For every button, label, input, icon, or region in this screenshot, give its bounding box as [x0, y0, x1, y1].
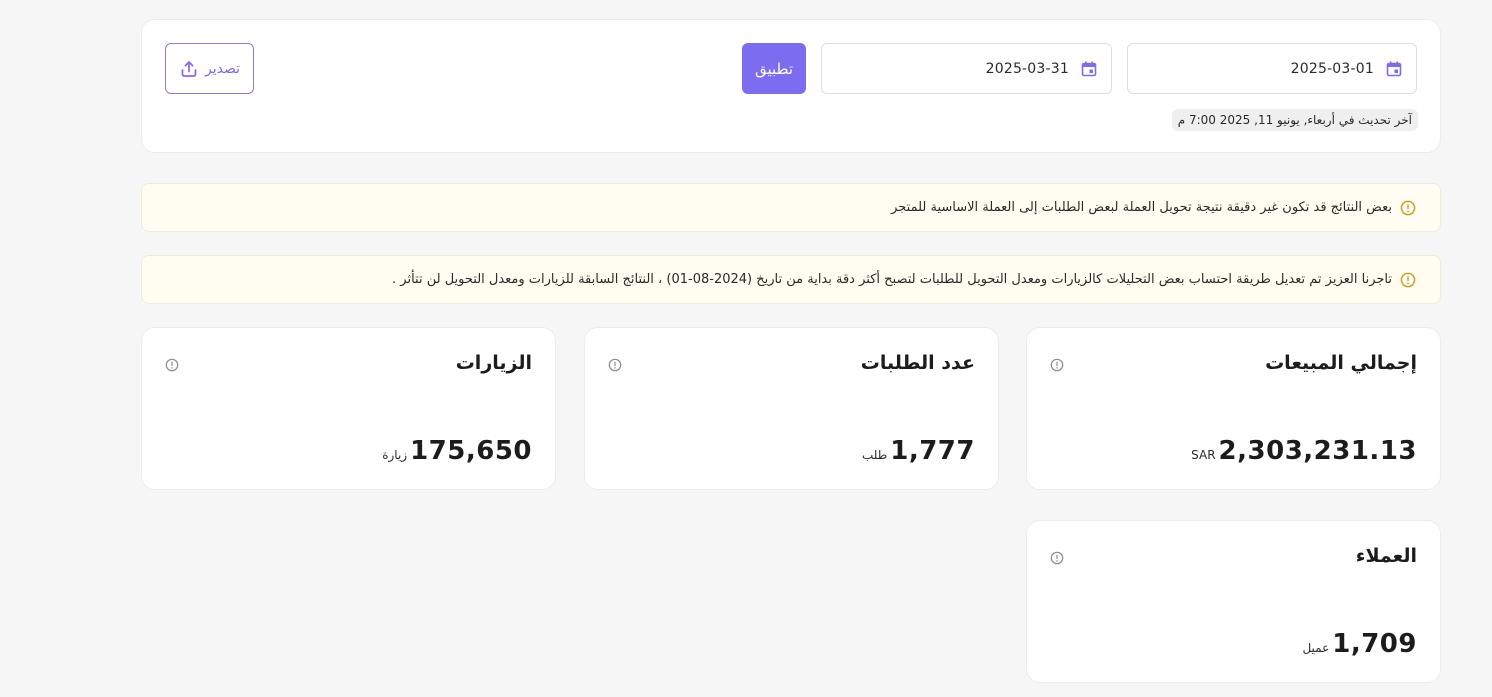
card-value: طلب 1,777	[862, 436, 975, 466]
start-date-value: 2025-03-01	[1290, 60, 1374, 77]
info-circle-icon[interactable]	[608, 358, 622, 372]
card-value: عميل 1,709	[1302, 629, 1417, 659]
calendar-icon	[1386, 61, 1402, 76]
card-value: SAR 2,303,231.13	[1191, 436, 1417, 466]
warning-circle-icon	[1400, 200, 1416, 215]
visits-card: الزيارات زيارة 175,650	[141, 327, 556, 490]
notice-text: تاجرنا العزيز تم تعديل طريقة احتساب بعض …	[392, 272, 1392, 287]
card-value: زيارة 175,650	[382, 436, 532, 466]
end-date-field[interactable]: 2025-03-31	[821, 43, 1112, 94]
total-sales-card: إجمالي المبيعات SAR 2,303,231.13	[1026, 327, 1441, 490]
apply-button[interactable]: تطبيق	[742, 43, 806, 94]
value-number: 175,650	[410, 436, 532, 466]
card-title: عدد الطلبات	[860, 352, 975, 374]
value-number: 1,709	[1332, 629, 1417, 659]
end-date-value: 2025-03-31	[985, 60, 1069, 77]
upload-icon	[181, 60, 197, 77]
value-number: 2,303,231.13	[1218, 436, 1417, 466]
value-unit: عميل	[1302, 641, 1330, 655]
notice-text: بعض النتائج قد تكون غير دقيقة نتيجة تحوي…	[891, 200, 1392, 215]
info-circle-icon[interactable]	[1050, 358, 1064, 372]
info-circle-icon[interactable]	[1050, 551, 1064, 565]
last-update-badge: آخر تحديث في أربعاء, يونيو 11, 2025 7:00…	[1171, 109, 1418, 131]
calendar-icon	[1081, 61, 1097, 76]
value-unit: زيارة	[382, 448, 408, 462]
card-title: الزيارات	[455, 352, 532, 374]
info-circle-icon[interactable]	[165, 358, 179, 372]
start-date-field[interactable]: 2025-03-01	[1127, 43, 1417, 94]
card-title: إجمالي المبيعات	[1265, 352, 1417, 374]
card-title: العملاء	[1355, 545, 1417, 567]
orders-count-card: عدد الطلبات طلب 1,777	[584, 327, 999, 490]
customers-card: العملاء عميل 1,709	[1026, 520, 1441, 683]
warning-circle-icon	[1400, 272, 1416, 287]
export-button[interactable]: تصدير	[165, 43, 254, 94]
analytics-notice: تاجرنا العزيز تم تعديل طريقة احتساب بعض …	[141, 255, 1441, 304]
value-unit: SAR	[1191, 448, 1216, 462]
export-label: تصدير	[204, 60, 240, 77]
value-number: 1,777	[890, 436, 975, 466]
value-unit: طلب	[861, 448, 888, 462]
filters-card: 2025-03-01 2025-03-31 تطبيق تصدير آخر تح…	[141, 19, 1441, 153]
currency-notice: بعض النتائج قد تكون غير دقيقة نتيجة تحوي…	[141, 183, 1441, 232]
